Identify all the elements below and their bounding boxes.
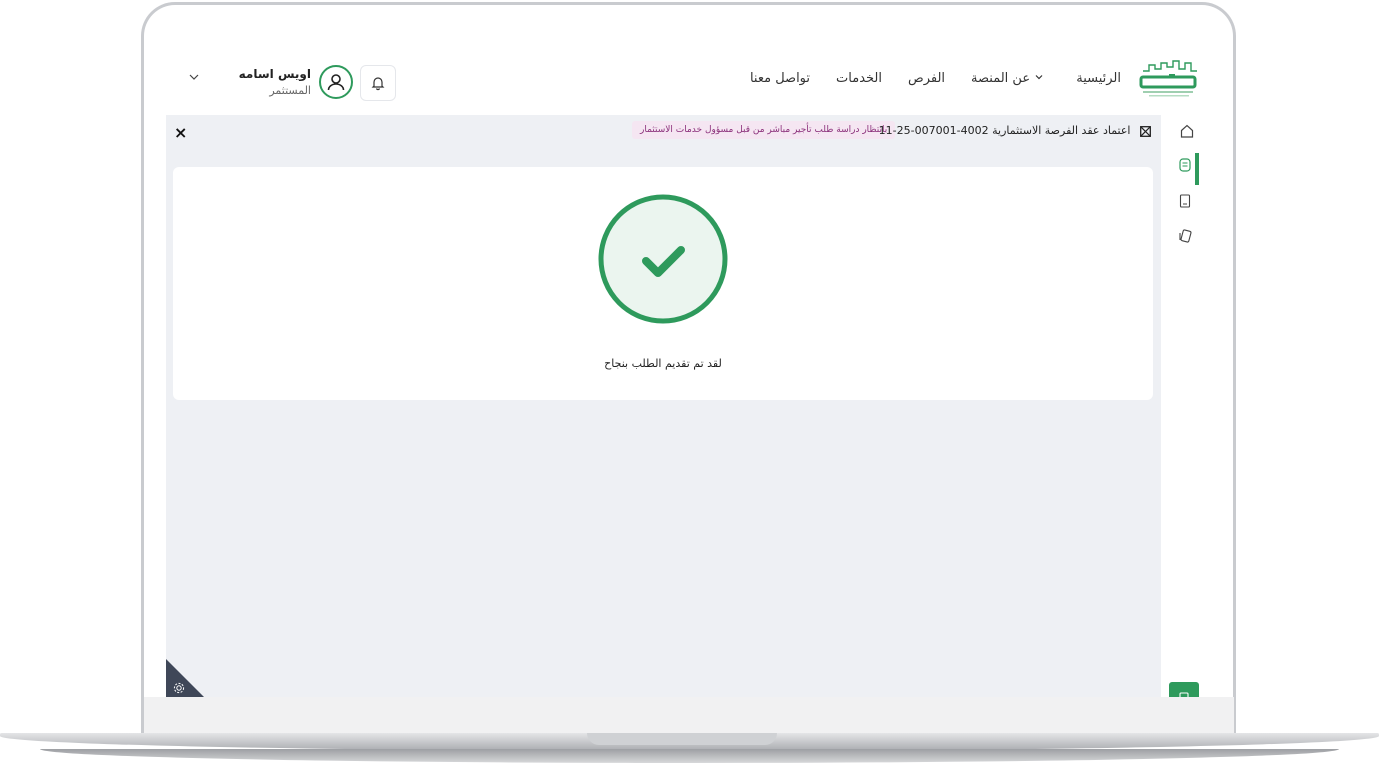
nav-services[interactable]: الخدمات	[836, 71, 882, 86]
nav-about[interactable]: عن المنصة	[971, 71, 1050, 86]
user-role: المستثمر	[269, 84, 311, 97]
sidebar-quick-action-button[interactable]	[1169, 682, 1199, 697]
bell-icon	[371, 77, 385, 91]
check-icon	[598, 194, 728, 324]
request-title-row: اعتماد عقد الفرصة الاستثمارية 4002-00700…	[879, 124, 1151, 137]
receipt-icon	[1179, 692, 1189, 697]
request-title: اعتماد عقد الفرصة الاستثمارية 4002-00700…	[878, 124, 1131, 137]
cards-icon	[1179, 229, 1192, 243]
document-icon	[1179, 158, 1191, 172]
nav-home[interactable]: الرئيسية	[1076, 71, 1121, 86]
user-avatar-icon	[319, 65, 353, 99]
nav-contact[interactable]: تواصل معنا	[750, 71, 810, 86]
laptop-chin	[144, 697, 1234, 733]
success-card: لقد تم تقديم الطلب بنجاح	[173, 167, 1153, 400]
sidebar-requests[interactable]	[1175, 155, 1195, 175]
checkbox-icon[interactable]	[1140, 125, 1151, 137]
sidebar-cards[interactable]	[1175, 226, 1195, 246]
laptop-base-shadow	[40, 749, 1339, 763]
close-button[interactable]: ×	[174, 123, 187, 142]
furas-logo	[1139, 60, 1197, 97]
home-icon	[1180, 124, 1194, 138]
user-name: اويس اسامه	[238, 67, 311, 81]
sidebar-home[interactable]	[1177, 121, 1197, 141]
nav-opportunities[interactable]: الفرص	[908, 71, 945, 86]
nav-about-label: عن المنصة	[971, 71, 1031, 86]
laptop-notch	[587, 733, 777, 745]
sidebar-invoices[interactable]	[1175, 191, 1195, 211]
status-badge: بانتظار دراسة طلب تأجير مباشر من قبل مسؤ…	[632, 121, 896, 139]
user-menu[interactable]: اويس اسامه المستثمر	[239, 63, 353, 103]
chevron-down-icon[interactable]	[188, 71, 200, 83]
request-topbar: × بانتظار دراسة طلب تأجير مباشر من قبل م…	[166, 115, 1161, 149]
receipt-icon	[1179, 194, 1191, 208]
notifications-button[interactable]	[360, 65, 396, 101]
gear-icon[interactable]	[172, 681, 186, 695]
main-content: × بانتظار دراسة طلب تأجير مباشر من قبل م…	[166, 115, 1161, 697]
success-message: لقد تم تقديم الطلب بنجاح	[604, 357, 722, 370]
screen: الرئيسية عن المنصة الفرص الخدمات تواصل م…	[166, 49, 1209, 697]
sidebar-active-indicator	[1195, 153, 1199, 185]
main-nav: الرئيسية عن المنصة الفرص الخدمات تواصل م…	[750, 71, 1121, 86]
top-header: الرئيسية عن المنصة الفرص الخدمات تواصل م…	[166, 49, 1209, 115]
chevron-down-icon	[1035, 75, 1043, 80]
side-menu	[1169, 115, 1209, 697]
